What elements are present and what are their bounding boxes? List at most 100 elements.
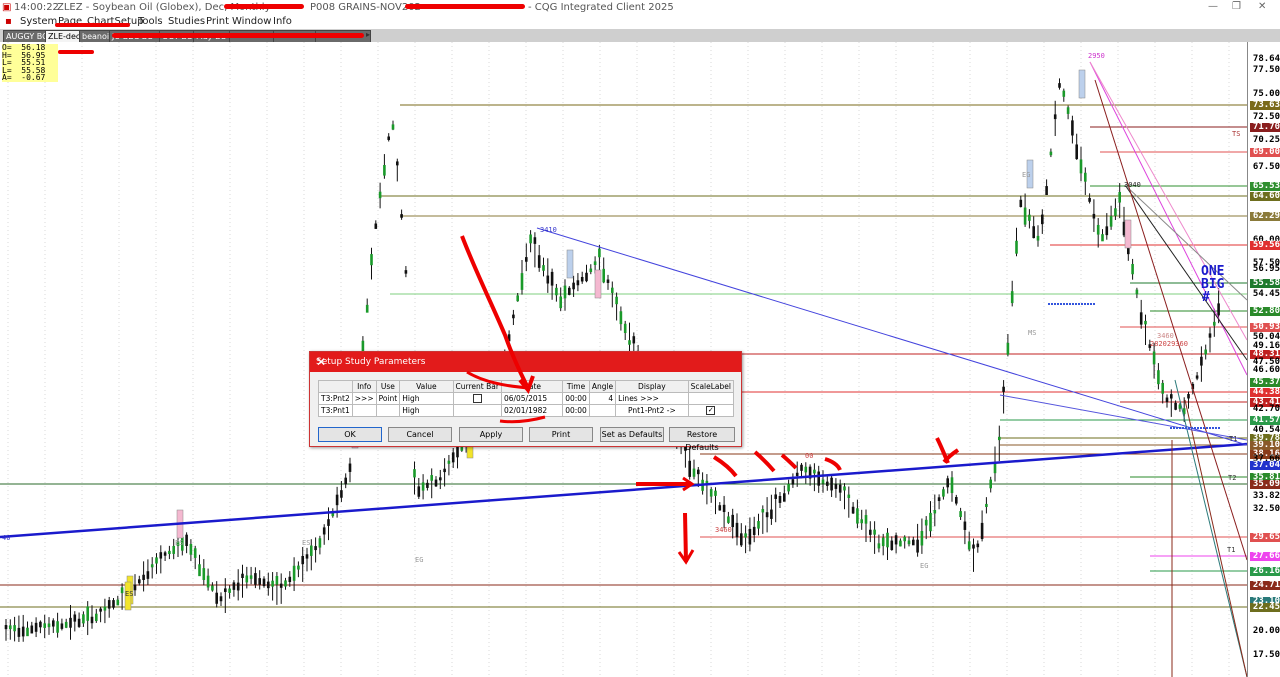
note-hash: # [1202,290,1210,305]
angle-cell[interactable]: 4 [588,392,617,405]
price-axis-label: 64.60 [1250,192,1280,201]
highlight-bar [1124,219,1132,249]
redaction-mark [405,4,525,9]
scalelabel-checkbox[interactable]: ✓ [706,406,716,416]
price-axis-label: 56.95 [1252,264,1280,274]
set-defaults-button[interactable]: Set as Defaults [600,427,664,442]
menu-icon[interactable]: ▪ [5,16,12,27]
price-axis-label: 46.60 [1252,365,1280,375]
column-header: Angle [588,380,617,393]
info-cell[interactable]: >>> [351,392,377,405]
candle-body [748,528,752,545]
chart-text-label: EG [920,562,928,570]
close-icon[interactable]: ✕ [1258,1,1266,12]
angle-cell[interactable] [588,404,617,417]
price-axis-label: 78.64 [1252,54,1280,64]
minimize-icon[interactable]: — [1208,1,1218,12]
date-cell[interactable]: 06/05/2015 [500,392,564,405]
price-axis-label: 69.00 [1250,148,1280,157]
candle-body [335,494,339,506]
time-cell[interactable]: 00:00 [562,404,590,417]
candle-body [17,627,21,637]
candle-body [881,537,885,547]
display-cell[interactable]: Lines >>> [615,392,689,405]
candle-body [245,575,249,583]
current-bar-cell[interactable] [452,404,502,417]
candle-body [765,512,769,518]
candle-body [869,529,872,535]
chart-text-label: 3040 [1124,181,1141,189]
candle-body [860,519,863,524]
candle-body [387,136,390,140]
candle-body [1023,207,1027,225]
restore-defaults-button[interactable]: Restore Defaults [669,427,735,452]
menu-info[interactable]: Info [273,16,292,27]
candle-body [1092,213,1096,219]
candle-body [830,477,833,491]
candle-body [826,481,829,486]
candle-body [529,234,532,244]
candle-body [559,296,562,309]
candle-body [1062,90,1066,97]
candle-body [615,296,618,305]
candle-body [297,565,300,570]
price-axis-label: 32.50 [1252,504,1280,514]
value-cell[interactable]: High [399,404,454,417]
candle-body [95,613,98,622]
tab-scroll-icon[interactable]: ▸ [366,30,370,39]
chart-text-label: 282029360 [1150,340,1188,348]
current-bar-cell[interactable] [452,392,502,405]
candle-body [632,336,636,344]
scalelabel-cell[interactable] [687,392,735,405]
candle-body [877,543,881,549]
candle-body [421,482,425,491]
menu-print[interactable]: Print [206,16,229,27]
candle-body [447,460,451,464]
candle-body [946,478,949,488]
menu-window[interactable]: Window [232,16,271,27]
candle-body [606,279,610,283]
price-axis-label: 20.00 [1252,626,1280,636]
candle-body [1028,214,1031,221]
candle-body [795,472,799,477]
display-cell[interactable]: Pnt1-Pnt2 -> [615,404,689,417]
time-cell[interactable]: 00:00 [562,392,590,405]
candle-body [327,519,330,526]
column-header: ScaleLabel [687,380,735,393]
candle-body [757,521,760,529]
candle-body [791,479,795,485]
highlight-bar [566,249,574,279]
candle-body [1139,312,1143,325]
current-bar-checkbox[interactable] [472,394,482,404]
candle-body [1217,303,1220,316]
candle-body [258,578,261,585]
candle-body [159,552,163,559]
value-cell[interactable]: High [399,392,454,405]
scalelabel-cell[interactable]: ✓ [687,404,735,417]
use-cell[interactable]: Point [375,392,401,405]
date-cell[interactable]: 02/01/1982 [500,404,564,417]
candle-body [198,564,201,577]
menu-system[interactable]: System [20,16,57,27]
apply-button[interactable]: Apply [459,427,523,442]
dialog-titlebar[interactable]: Setup Study Parameters ✕ [310,352,741,372]
chart-text-label: T1 [1227,546,1235,554]
info-cell[interactable] [351,404,377,417]
candle-body [800,464,803,471]
use-cell[interactable] [375,404,401,417]
candle-body [1036,235,1040,241]
menu-studies[interactable]: Studies [168,16,205,27]
candle-body [1045,186,1048,196]
restore-icon[interactable]: ❐ [1232,1,1241,12]
print-button[interactable]: Print [529,427,593,442]
candle-body [563,285,567,299]
dialog-close-icon[interactable]: ✕ [316,352,735,372]
ok-button[interactable]: OK [318,427,382,442]
candle-body [598,248,601,258]
ohlc-readout: O= 56.18 H= 56.95 L= 55.51 L= 55.58 A= -… [2,44,58,82]
candle-body [980,522,984,540]
menu-tools[interactable]: Tools [138,16,163,27]
candle-body [1135,289,1139,295]
cancel-button[interactable]: Cancel [388,427,452,442]
candle-body [288,576,292,583]
